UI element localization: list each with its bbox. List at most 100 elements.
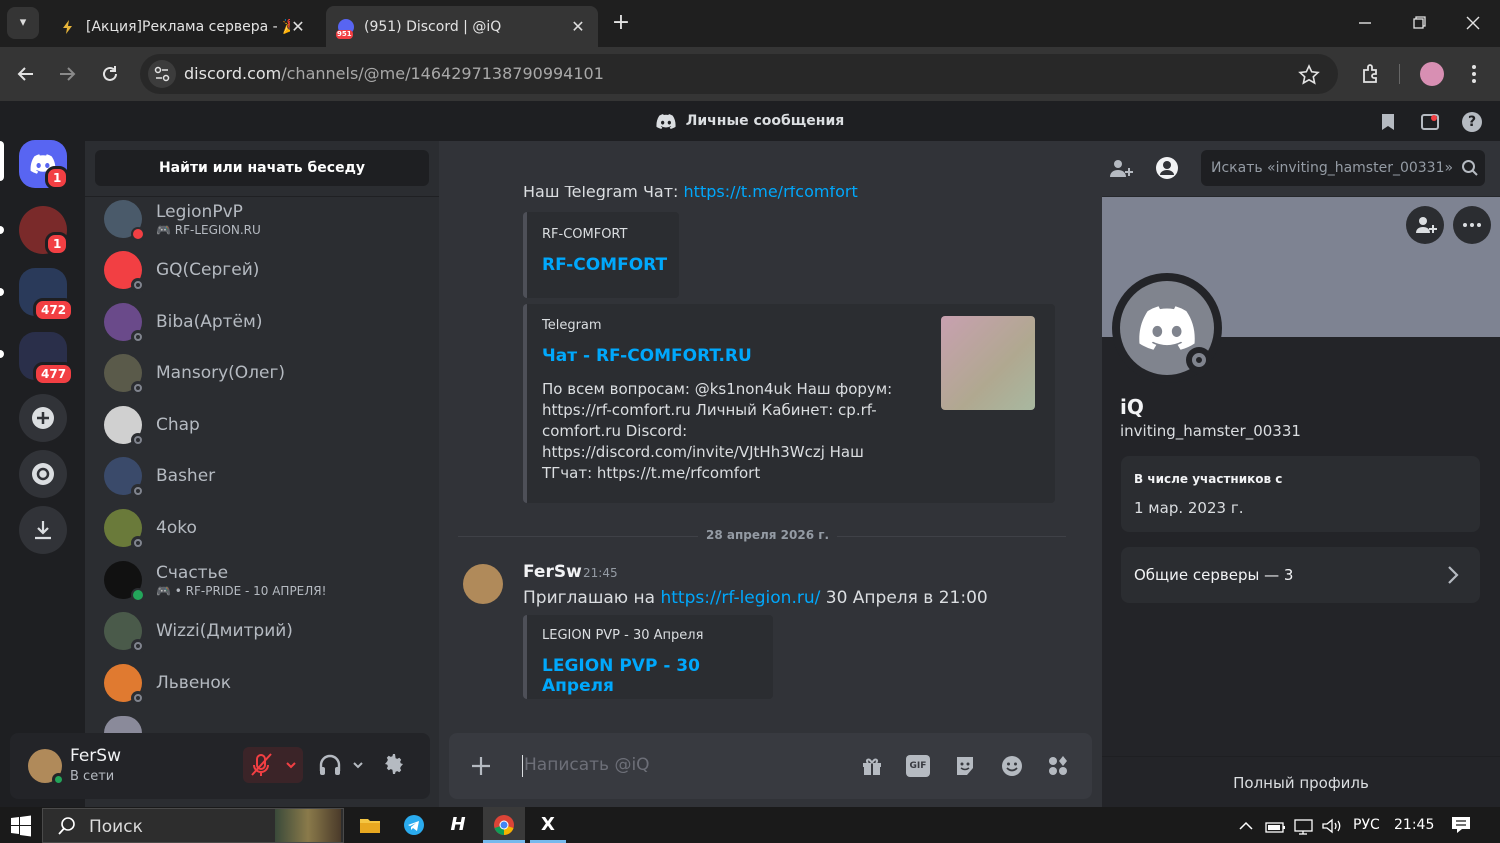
add-server-button[interactable]: [19, 394, 67, 442]
close-window-button[interactable]: [1460, 12, 1486, 34]
more-options-button[interactable]: [1453, 206, 1491, 244]
file-explorer-icon[interactable]: [357, 812, 383, 838]
browser-tab-promo[interactable]: [Акция]Реклама сервера - 🎉 I ✕: [48, 6, 318, 47]
deafen-button[interactable]: [312, 747, 370, 783]
dm-item[interactable]: Львенок: [100, 659, 430, 707]
add-friends-to-dm-button[interactable]: [1108, 156, 1134, 180]
self-avatar[interactable]: [28, 749, 65, 786]
user-profile-toggle[interactable]: [1155, 156, 1179, 180]
dm-avatar: [104, 612, 145, 653]
settings-button[interactable]: [382, 752, 408, 778]
dm-item[interactable]: Chap: [100, 401, 430, 449]
dm-activity-text: • RF-PRIDE - 10 АПРЕЛЯ!: [174, 583, 327, 598]
apps-button[interactable]: [1046, 754, 1070, 778]
find-conversation-button[interactable]: Найти или начать беседу: [95, 150, 429, 186]
gift-button[interactable]: [860, 754, 884, 778]
network-icon[interactable]: [1293, 817, 1315, 835]
server-folder[interactable]: 477: [19, 332, 75, 386]
embed-title-link[interactable]: Чат - RF-COMFORT.RU: [542, 346, 752, 366]
start-button[interactable]: [10, 815, 32, 837]
extensions-icon[interactable]: [1358, 61, 1384, 87]
status-dot: [131, 433, 145, 447]
profile-avatar[interactable]: [1112, 273, 1222, 383]
dm-item[interactable]: GQ(Сергей): [100, 246, 430, 294]
mutual-servers-button[interactable]: Общие серверы — 3: [1121, 547, 1480, 603]
server-folder[interactable]: 472: [19, 268, 75, 322]
full-profile-button[interactable]: Полный профиль: [1102, 774, 1500, 792]
search-icon: [58, 817, 75, 835]
upload-button[interactable]: [470, 755, 492, 777]
server-dm-avatar[interactable]: 1: [19, 206, 70, 256]
taskbar-search[interactable]: Поиск: [42, 808, 344, 843]
titlebar-label: Личные сообщения: [685, 113, 845, 129]
dm-avatar: [104, 354, 145, 395]
bookmark-star-icon[interactable]: [1298, 64, 1320, 86]
more-menu-icon[interactable]: [1462, 62, 1486, 86]
status-dot: [131, 330, 145, 344]
member-since-date: 1 мар. 2023 г.: [1134, 499, 1244, 517]
dm-item[interactable]: Basher: [100, 452, 430, 500]
message-author-avatar[interactable]: [463, 564, 503, 604]
download-apps-button[interactable]: [19, 506, 67, 554]
address-bar[interactable]: discord.com/channels/@me/146429713879099…: [140, 54, 1338, 94]
date-divider: 28 апреля 2026 г.: [698, 528, 838, 542]
dm-item[interactable]: LegionPvP 🎮 RF-LEGION.RU: [100, 195, 430, 243]
inbox-icon[interactable]: [1420, 112, 1440, 132]
message-text-part: Приглашаю на: [523, 588, 661, 608]
search-input[interactable]: Искать «inviting_hamster_00331»: [1201, 150, 1485, 186]
clock[interactable]: 21:45: [1394, 817, 1434, 833]
restore-button[interactable]: [1406, 12, 1432, 34]
telegram-icon[interactable]: [401, 812, 427, 838]
sticker-button[interactable]: [953, 754, 977, 778]
message-link[interactable]: https://t.me/rfcomfort: [684, 186, 858, 200]
back-button[interactable]: [12, 61, 40, 87]
emoji-button[interactable]: [1000, 754, 1024, 778]
dm-item[interactable]: 4oko: [100, 504, 430, 552]
close-icon[interactable]: ✕: [290, 17, 306, 36]
ellipsis-icon: [1463, 223, 1481, 227]
minimize-button[interactable]: [1352, 12, 1378, 34]
input-language[interactable]: РУС: [1353, 817, 1380, 833]
tab-search-button[interactable]: ▾: [7, 7, 39, 39]
new-tab-button[interactable]: +: [608, 10, 634, 36]
embed-title-link[interactable]: RF-COMFORT: [542, 255, 667, 275]
volume-icon[interactable]: [1321, 817, 1343, 835]
dm-item[interactable]: Wizzi(Дмитрий): [100, 607, 430, 655]
home-button[interactable]: 1: [19, 140, 70, 190]
forward-button[interactable]: [53, 61, 81, 87]
self-status: В сети: [70, 769, 115, 784]
reload-button[interactable]: [96, 61, 124, 87]
discover-button[interactable]: [19, 450, 67, 498]
chrome-icon[interactable]: [491, 812, 517, 838]
add-friend-button[interactable]: [1406, 206, 1444, 244]
profile-avatar-icon[interactable]: [1420, 62, 1444, 86]
notifications-icon[interactable]: [1450, 814, 1472, 836]
inbox-bookmark-icon[interactable]: [1378, 112, 1398, 132]
gear-icon: [385, 754, 403, 774]
dm-item[interactable]: Счастье 🎮 • RF-PRIDE - 10 АПРЕЛЯ!: [100, 556, 430, 604]
close-icon[interactable]: ✕: [570, 17, 586, 36]
embed-thumbnail[interactable]: [941, 316, 1035, 410]
url-host: discord.com: [184, 64, 282, 83]
message-cut-line: Наш Telegram Чат: https://t.me/rfcomfort: [523, 186, 1083, 200]
battery-icon[interactable]: [1265, 817, 1287, 835]
site-settings-icon[interactable]: [148, 60, 176, 88]
message-link[interactable]: https://rf-legion.ru/: [660, 588, 820, 608]
app-x-icon[interactable]: X: [535, 812, 561, 838]
message-input[interactable]: Написать @iQ: [524, 755, 650, 775]
dm-item[interactable]: Mansory(Олег): [100, 349, 430, 397]
tray-expand-icon[interactable]: [1238, 818, 1254, 834]
gamepad-icon: 🎮: [156, 583, 175, 598]
browser-tab-discord[interactable]: 951 (951) Discord | @iQ ✕: [326, 6, 598, 47]
mute-button[interactable]: [243, 747, 303, 783]
dm-item[interactable]: Biba(Артём): [100, 298, 430, 346]
embed-title-link[interactable]: LEGION PVP - 30 Апреля: [542, 656, 773, 696]
plus-icon: [472, 757, 490, 775]
search-placeholder: Искать «inviting_hamster_00331»: [1211, 160, 1454, 176]
app-h-icon[interactable]: H: [445, 812, 471, 838]
message-timestamp: 21:45: [583, 566, 618, 580]
gif-button[interactable]: GIF: [906, 755, 930, 777]
message-author[interactable]: FerSw: [523, 562, 582, 582]
help-icon[interactable]: ?: [1462, 112, 1482, 132]
status-dot: [131, 227, 145, 241]
